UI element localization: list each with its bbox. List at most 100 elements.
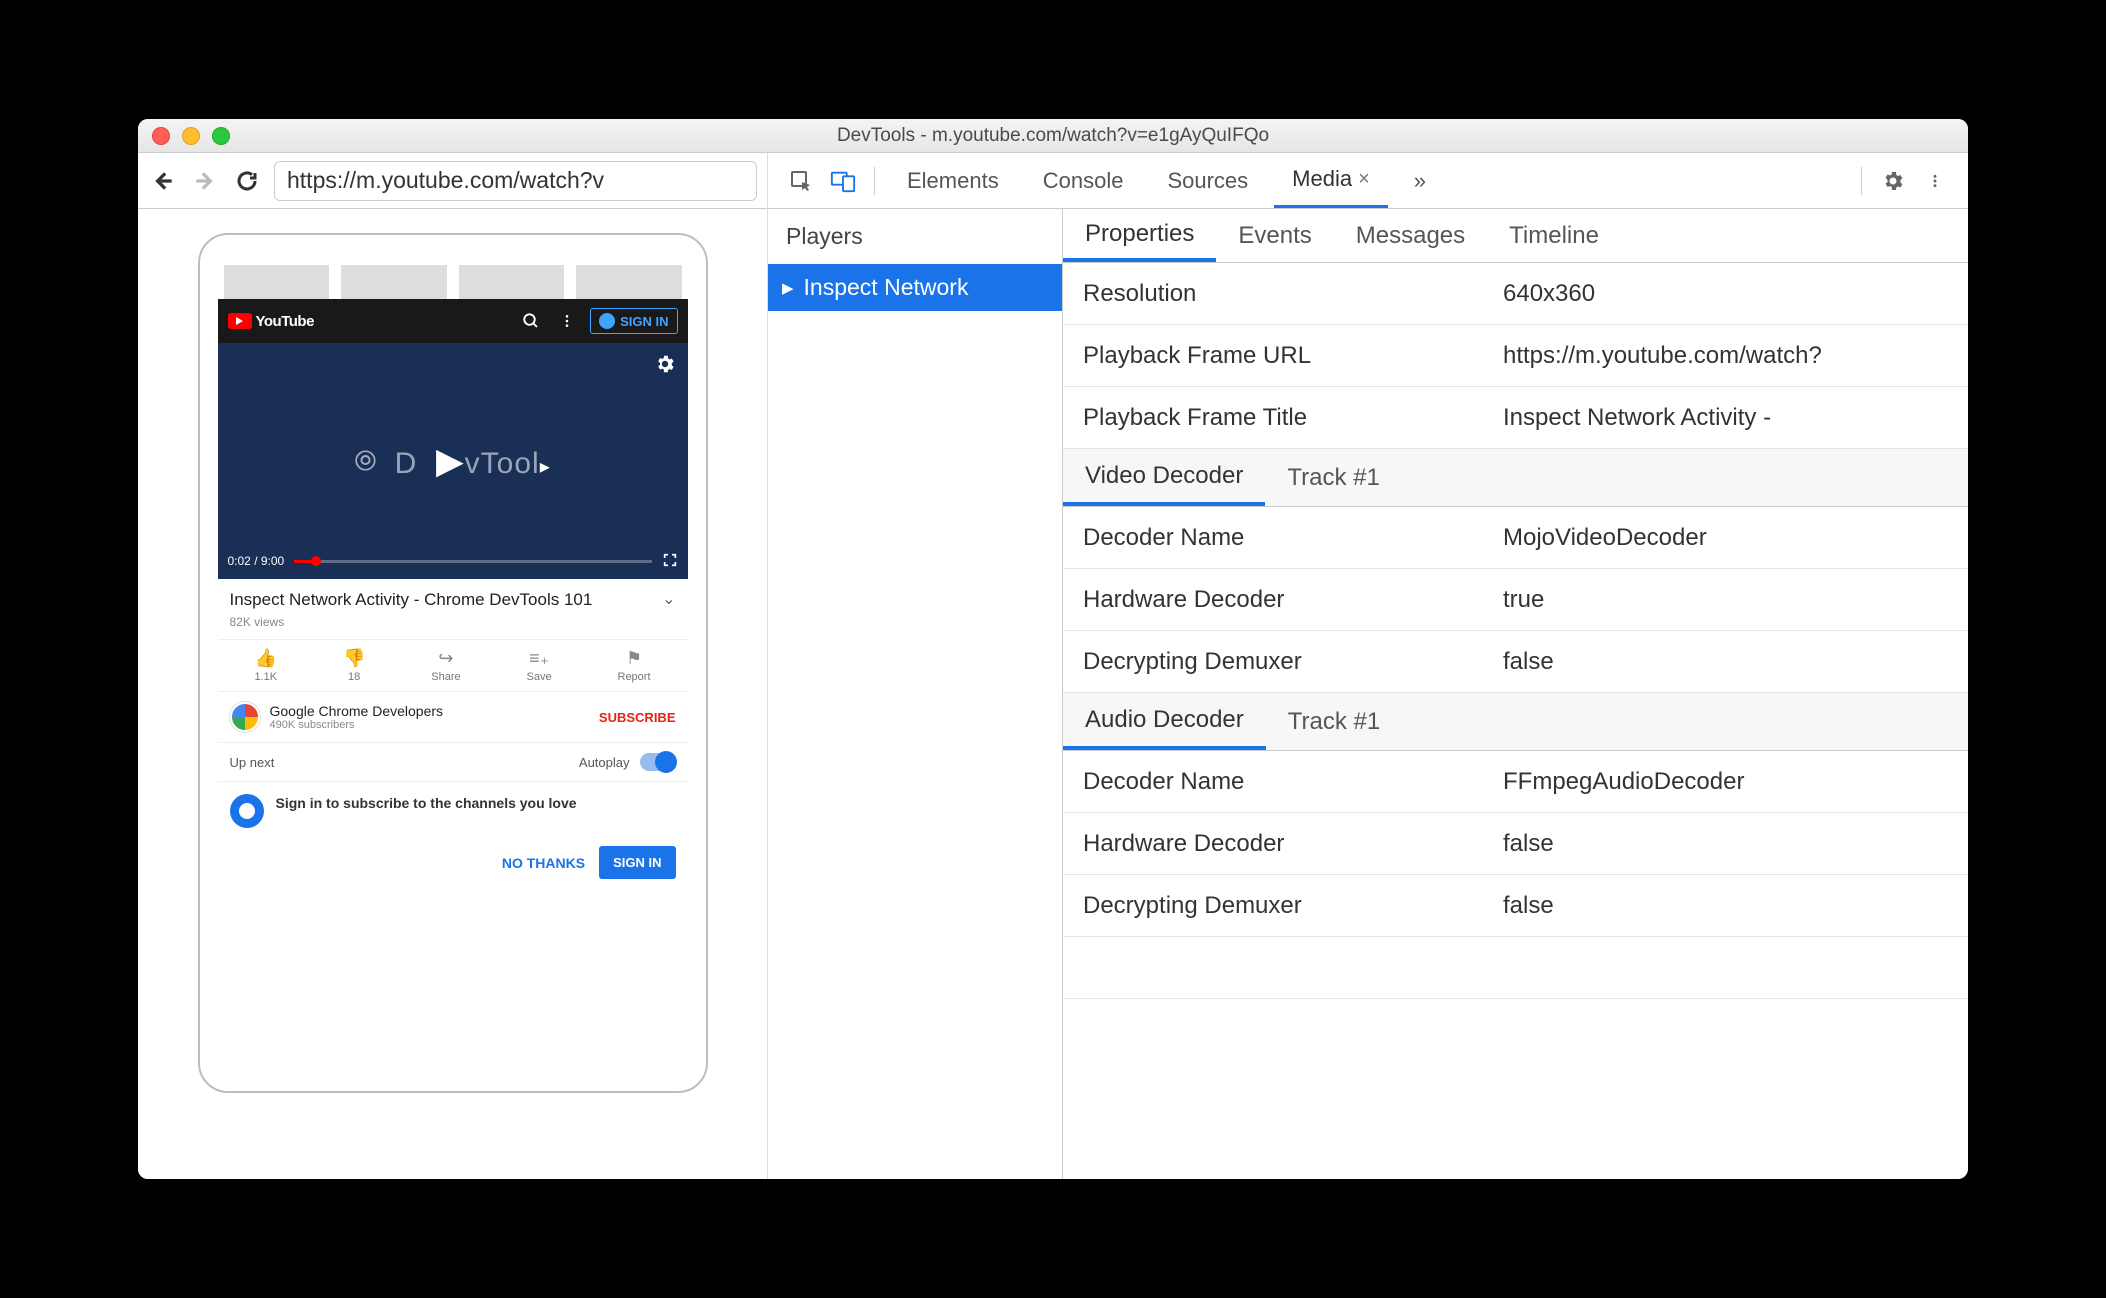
thumbs-up-icon: 👍 [255,648,277,669]
zoom-window-button[interactable] [212,127,230,145]
share-button[interactable]: ↪Share [431,648,460,683]
devtools-pane: Elements Console Sources Media × » [768,153,1968,1179]
chevron-down-icon[interactable]: ⌄ [662,589,675,609]
close-window-button[interactable] [152,127,170,145]
url-text: https://m.youtube.com/watch?v [287,167,604,194]
player-item-label: Inspect Network [804,274,969,301]
no-thanks-button[interactable]: NO THANKS [502,855,585,871]
video-player[interactable]: ⦾ D ▶vTool▸ 0:02 / 9:00 [218,343,688,579]
save-button[interactable]: ≡₊Save [527,648,552,683]
inspect-element-icon[interactable] [784,164,818,198]
traffic-lights [152,127,230,145]
tab-elements[interactable]: Elements [889,153,1017,208]
nav-toolbar: https://m.youtube.com/watch?v [138,153,767,209]
reload-button[interactable] [232,166,262,196]
window-title: DevTools - m.youtube.com/watch?v=e1gAyQu… [138,125,1968,147]
vprop-demuxer: Decrypting Demuxerfalse [1063,631,1968,693]
prop-resolution: Resolution 640x360 [1063,263,1968,325]
autoplay-toggle[interactable] [640,753,676,771]
tab-console[interactable]: Console [1025,153,1142,208]
play-icon: ▶ [782,279,794,297]
audio-decoder-tab[interactable]: Audio Decoder [1063,693,1266,750]
aprop-hardware: Hardware Decoderfalse [1063,813,1968,875]
youtube-logo[interactable]: YouTube [228,313,314,330]
player-settings-icon[interactable] [654,353,676,380]
channel-row[interactable]: Google Chrome Developers 490K subscriber… [218,692,688,743]
device-toolbar-icon[interactable] [826,164,860,198]
signin-promo-button[interactable]: SIGN IN [599,846,675,879]
signin-promo: Sign in to subscribe to the channels you… [218,782,688,891]
dislike-button[interactable]: 👎18 [343,648,365,683]
prop-frame-url: Playback Frame URL https://m.youtube.com… [1063,325,1968,387]
tab-sources[interactable]: Sources [1149,153,1266,208]
channel-avatar [230,702,260,732]
forward-button[interactable] [190,166,220,196]
time-display: 0:02 / 9:00 [228,554,285,568]
search-icon[interactable] [518,308,544,334]
video-title-block[interactable]: Inspect Network Activity - Chrome DevToo… [218,579,688,640]
device-frame: YouTube SIGN IN [198,233,708,1093]
progress-bar[interactable]: 0:02 / 9:00 [218,543,688,579]
players-header: Players [768,209,1062,264]
tabs-overflow-icon[interactable]: » [1396,153,1444,208]
video-track-tab[interactable]: Track #1 [1265,449,1401,506]
upnext-label: Up next [230,755,275,770]
device-viewport: YouTube SIGN IN [138,209,767,1179]
upnext-row: Up next Autoplay [218,743,688,782]
player-list-item[interactable]: ▶ Inspect Network [768,264,1062,311]
share-icon: ↪ [438,648,453,669]
properties-table: Resolution 640x360 Playback Frame URL ht… [1063,263,1968,1179]
minimize-window-button[interactable] [182,127,200,145]
video-decoder-section: Video Decoder Track #1 [1063,449,1968,507]
tab-media[interactable]: Media × [1274,153,1388,208]
subtab-messages[interactable]: Messages [1334,209,1487,262]
more-icon[interactable] [554,308,580,334]
user-avatar-icon [230,794,264,828]
subtab-events[interactable]: Events [1216,209,1333,262]
seek-track[interactable] [294,560,651,563]
prop-frame-title: Playback Frame Title Inspect Network Act… [1063,387,1968,449]
empty-row [1063,937,1968,999]
subtab-timeline[interactable]: Timeline [1487,209,1621,262]
flag-icon: ⚑ [626,648,642,669]
youtube-play-icon [228,313,252,329]
kebab-menu-icon[interactable] [1918,164,1952,198]
youtube-logo-text: YouTube [256,313,314,330]
page-preview-pane: https://m.youtube.com/watch?v YouTube [138,153,768,1179]
report-button[interactable]: ⚑Report [618,648,651,683]
loading-placeholder [218,265,688,299]
settings-gear-icon[interactable] [1876,164,1910,198]
devtools-window: DevTools - m.youtube.com/watch?v=e1gAyQu… [138,119,1968,1179]
user-icon [599,313,615,329]
aprop-demuxer: Decrypting Demuxerfalse [1063,875,1968,937]
thumbs-down-icon: 👎 [343,648,365,669]
titlebar: DevTools - m.youtube.com/watch?v=e1gAyQu… [138,119,1968,153]
back-button[interactable] [148,166,178,196]
audio-decoder-section: Audio Decoder Track #1 [1063,693,1968,751]
vprop-decoder-name: Decoder NameMojoVideoDecoder [1063,507,1968,569]
devtools-main-toolbar: Elements Console Sources Media × » [768,153,1968,209]
vprop-hardware: Hardware Decodertrue [1063,569,1968,631]
player-brand-text: D ▶vTool▸ [395,440,551,482]
detail-subtabs: Properties Events Messages Timeline [1063,209,1968,263]
channel-name: Google Chrome Developers [270,703,589,719]
save-icon: ≡₊ [529,648,549,669]
player-detail: Properties Events Messages Timeline Reso… [1063,209,1968,1179]
subscribe-button[interactable]: SUBSCRIBE [599,710,676,725]
close-tab-icon[interactable]: × [1358,168,1370,191]
video-actions: 👍1.1K 👎18 ↪Share ≡₊Save ⚑Report [218,640,688,692]
view-count: 82K views [230,615,676,629]
address-bar[interactable]: https://m.youtube.com/watch?v [274,161,757,201]
header-signin-button[interactable]: SIGN IN [590,308,677,334]
subtab-properties[interactable]: Properties [1063,209,1216,262]
youtube-header: YouTube SIGN IN [218,299,688,343]
video-title: Inspect Network Activity - Chrome DevToo… [230,589,655,611]
video-decoder-tab[interactable]: Video Decoder [1063,449,1265,506]
fullscreen-icon[interactable] [662,552,678,571]
audio-track-tab[interactable]: Track #1 [1266,693,1402,750]
like-button[interactable]: 👍1.1K [254,648,277,683]
signin-label: SIGN IN [620,314,668,329]
prev-track-icon[interactable]: ⦾ [354,445,376,478]
aprop-decoder-name: Decoder NameFFmpegAudioDecoder [1063,751,1968,813]
autoplay-label: Autoplay [579,755,630,770]
